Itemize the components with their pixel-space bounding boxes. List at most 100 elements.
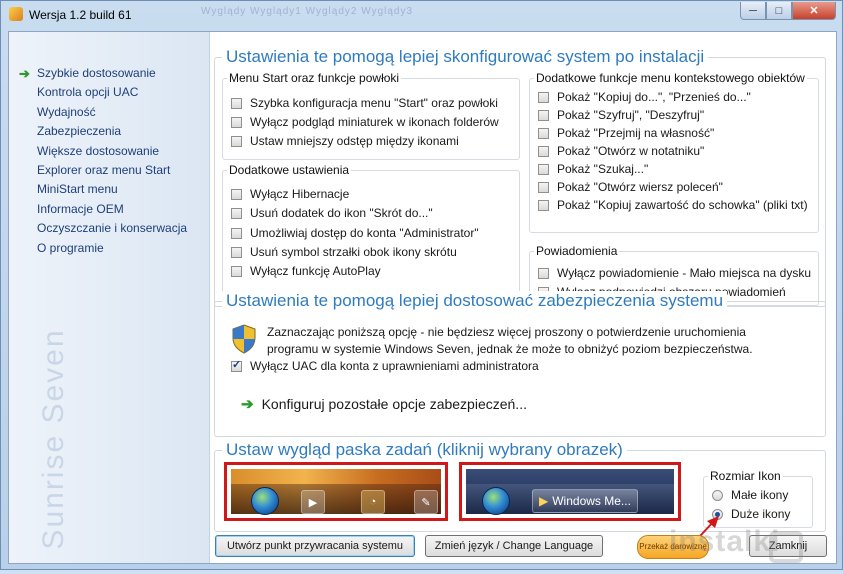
uac-description: Zaznaczając poniższą opcję - nie będzies… bbox=[267, 325, 753, 356]
clock-icon: ◔ bbox=[361, 490, 385, 514]
checkbox-label: Ustaw mniejszy odstęp między ikonami bbox=[250, 134, 459, 148]
checkbox[interactable] bbox=[538, 145, 549, 157]
system-config-title: Ustawienia te pomogą lepiej skonfigurowa… bbox=[222, 47, 709, 67]
title-bar[interactable]: Wersja 1.2 build 61 Wyglądy Wyglądy1 Wyg… bbox=[1, 1, 842, 29]
checkbox-label: Pokaż "Otwórz w notatniku" bbox=[557, 144, 705, 158]
sidebar-item-ministart[interactable]: MiniStart menu bbox=[21, 180, 187, 199]
checkbox-remove-shortcut-suffix[interactable]: Usuń dodatek do ikon "Skrót do..." bbox=[231, 204, 433, 222]
window-title: Wersja 1.2 build 61 bbox=[29, 8, 132, 22]
sidebar-item-uac[interactable]: Kontrola opcji UAC bbox=[21, 83, 187, 102]
checkbox-disable-hibernation[interactable]: Wyłącz Hibernacje bbox=[231, 185, 349, 203]
checkbox-label: Umożliwiaj dostęp do konta "Administrato… bbox=[250, 226, 479, 240]
checkbox[interactable] bbox=[231, 246, 242, 258]
sidebar-item-advanced[interactable]: Większe dostosowanie bbox=[21, 142, 187, 161]
sidebar-item-label: O programie bbox=[37, 240, 104, 255]
checkbox-open-command-prompt[interactable]: Pokaż "Otwórz wiersz poleceń" bbox=[538, 178, 723, 196]
app-icon bbox=[9, 7, 23, 21]
checkbox[interactable] bbox=[231, 227, 242, 239]
windows-orb-icon bbox=[482, 487, 510, 515]
checkbox[interactable] bbox=[538, 199, 549, 211]
checkbox-open-in-notepad[interactable]: Pokaż "Otwórz w notatniku" bbox=[538, 142, 704, 160]
checkbox[interactable] bbox=[538, 267, 549, 279]
maximize-button[interactable]: □ bbox=[766, 2, 792, 20]
watermark: instalki bbox=[669, 525, 781, 558]
context-menu-group: Dodatkowe funkcje menu kontekstowego obi… bbox=[529, 71, 819, 233]
sidebar-item-oem[interactable]: Informacje OEM bbox=[21, 200, 187, 219]
close-window-button[interactable]: ✕ bbox=[792, 2, 836, 20]
media-player-icon: ▶ bbox=[301, 490, 325, 514]
checkbox-search[interactable]: Pokaż "Szukaj..." bbox=[538, 160, 648, 178]
checkbox-label: Wyłącz Hibernacje bbox=[250, 187, 350, 201]
checkbox-icon-spacing[interactable]: Ustaw mniejszy odstęp między ikonami bbox=[231, 132, 459, 150]
checkbox[interactable] bbox=[538, 91, 549, 103]
checkbox[interactable] bbox=[231, 358, 242, 372]
checkbox-label: Pokaż "Otwórz wiersz poleceń" bbox=[557, 180, 723, 194]
minimize-button[interactable]: ─ bbox=[740, 2, 766, 20]
checkbox[interactable] bbox=[231, 188, 242, 200]
radio-label: Małe ikony bbox=[731, 488, 789, 502]
extra-settings-title: Dodatkowe ustawienia bbox=[227, 163, 352, 177]
checkbox-enable-administrator[interactable]: Umożliwiaj dostęp do konta "Administrato… bbox=[231, 224, 479, 242]
checkbox[interactable] bbox=[538, 127, 549, 139]
sidebar-item-label: Explorer oraz menu Start bbox=[37, 162, 171, 177]
checkbox-label: Pokaż "Szukaj..." bbox=[557, 162, 649, 176]
checkbox-take-ownership[interactable]: Pokaż "Przejmij na własność" bbox=[538, 124, 714, 142]
checkbox[interactable] bbox=[231, 116, 242, 128]
taskbar-title: Ustaw wygląd paska zadań (kliknij wybran… bbox=[222, 440, 627, 460]
checkbox-label: Usuń symbol strzałki obok ikony skrótu bbox=[250, 245, 457, 259]
context-menu-title: Dodatkowe funkcje menu kontekstowego obi… bbox=[534, 71, 807, 85]
checkbox-disable-autoplay[interactable]: Wyłącz funkcję AutoPlay bbox=[231, 262, 381, 280]
sidebar-nav: ➔ Szybkie dostosowanie Kontrola opcji UAC… bbox=[19, 64, 187, 258]
checkbox-disable-uac[interactable]: Wyłącz UAC dla konta z uprawnieniami adm… bbox=[231, 357, 539, 375]
sidebar-item-label: Szybkie dostosowanie bbox=[37, 66, 156, 80]
checkbox-label: Wyłącz funkcję AutoPlay bbox=[250, 264, 381, 278]
taskbar-preview-1[interactable]: ▶ ◔ ✎ bbox=[224, 462, 448, 521]
configure-security-link[interactable]: ➔ Konfiguruj pozostałe opcje zabezpieczeń… bbox=[241, 395, 527, 413]
checkbox-encrypt-decrypt[interactable]: Pokaż "Szyfruj", "Deszyfruj" bbox=[538, 106, 704, 124]
sidebar-item-explorer[interactable]: Explorer oraz menu Start bbox=[21, 161, 187, 180]
checkbox-label: Pokaż "Szyfruj", "Deszyfruj" bbox=[557, 108, 705, 122]
checkbox-quick-start-config[interactable]: Szybka konfiguracja menu "Start" oraz po… bbox=[231, 94, 498, 112]
brand-logo: Sunrise Seven bbox=[37, 328, 70, 550]
change-language-button[interactable]: Zmień język / Change Language bbox=[425, 535, 603, 557]
checkbox-copy-move-to[interactable]: Pokaż "Kopiuj do...", "Przenieś do..." bbox=[538, 88, 751, 106]
checkbox-label: Usuń dodatek do ikon "Skrót do..." bbox=[250, 206, 433, 220]
checkbox-remove-shortcut-arrow[interactable]: Usuń symbol strzałki obok ikony skrótu bbox=[231, 243, 457, 261]
taskbar-preview-2[interactable]: ▶ Windows Me... bbox=[459, 462, 681, 521]
uac-shield-icon bbox=[232, 324, 256, 354]
checkbox[interactable] bbox=[231, 265, 242, 277]
sidebar: ➔ Szybkie dostosowanie Kontrola opcji UAC… bbox=[9, 32, 210, 563]
active-arrow-icon: ➔ bbox=[19, 66, 30, 81]
checkbox[interactable] bbox=[538, 181, 549, 193]
taskbar-preview-image: ▶ Windows Me... bbox=[466, 469, 674, 515]
taskbar-window-button: ▶ Windows Me... bbox=[532, 489, 638, 513]
sidebar-item-security[interactable]: Zabezpieczenia bbox=[21, 122, 187, 141]
checkbox-label: Szybka konfiguracja menu "Start" oraz po… bbox=[250, 96, 498, 110]
sidebar-item-performance[interactable]: Wydajność bbox=[21, 103, 187, 122]
taskbar-group: Ustaw wygląd paska zadań (kliknij wybran… bbox=[214, 440, 826, 532]
radio-small-icons[interactable]: Małe ikony bbox=[712, 486, 788, 504]
checkbox[interactable] bbox=[231, 135, 242, 147]
link-label: Konfiguruj pozostałe opcje zabezpieczeń.… bbox=[261, 396, 527, 412]
sidebar-item-about[interactable]: O programie bbox=[21, 239, 187, 258]
notifications-title: Powiadomienia bbox=[534, 244, 620, 258]
extra-settings-group: Dodatkowe ustawienia Wyłącz Hibernacje U… bbox=[222, 163, 520, 297]
checkbox[interactable] bbox=[231, 207, 242, 219]
windows-orb-icon bbox=[251, 487, 279, 515]
radio-button[interactable] bbox=[712, 489, 723, 501]
create-restore-point-button[interactable]: Utwórz punkt przywracania systemu bbox=[215, 535, 415, 557]
taskbar-window-label: Windows Me... bbox=[552, 494, 631, 508]
caption-buttons: ─ □ ✕ bbox=[740, 2, 836, 20]
sidebar-item-label: Zabezpieczenia bbox=[37, 124, 122, 139]
taskbar-preview-image: ▶ ◔ ✎ bbox=[231, 469, 441, 515]
checkbox-copy-to-clipboard[interactable]: Pokaż "Kopiuj zawartość do schowka" (pli… bbox=[538, 196, 808, 214]
sidebar-item-quick-customize[interactable]: ➔ Szybkie dostosowanie bbox=[19, 64, 187, 83]
checkbox[interactable] bbox=[538, 109, 549, 121]
icon-size-title: Rozmiar Ikon bbox=[708, 469, 783, 483]
checkbox[interactable] bbox=[231, 97, 242, 109]
checkbox-disable-low-disk[interactable]: Wyłącz powiadomienie - Mało miejsca na d… bbox=[538, 264, 811, 282]
sidebar-item-cleanup[interactable]: Oczyszczanie i konserwacja bbox=[21, 219, 187, 238]
checkbox[interactable] bbox=[538, 163, 549, 175]
checkbox-disable-thumbnails[interactable]: Wyłącz podgląd miniaturek w ikonach fold… bbox=[231, 113, 499, 131]
radio-label: Duże ikony bbox=[731, 507, 791, 521]
